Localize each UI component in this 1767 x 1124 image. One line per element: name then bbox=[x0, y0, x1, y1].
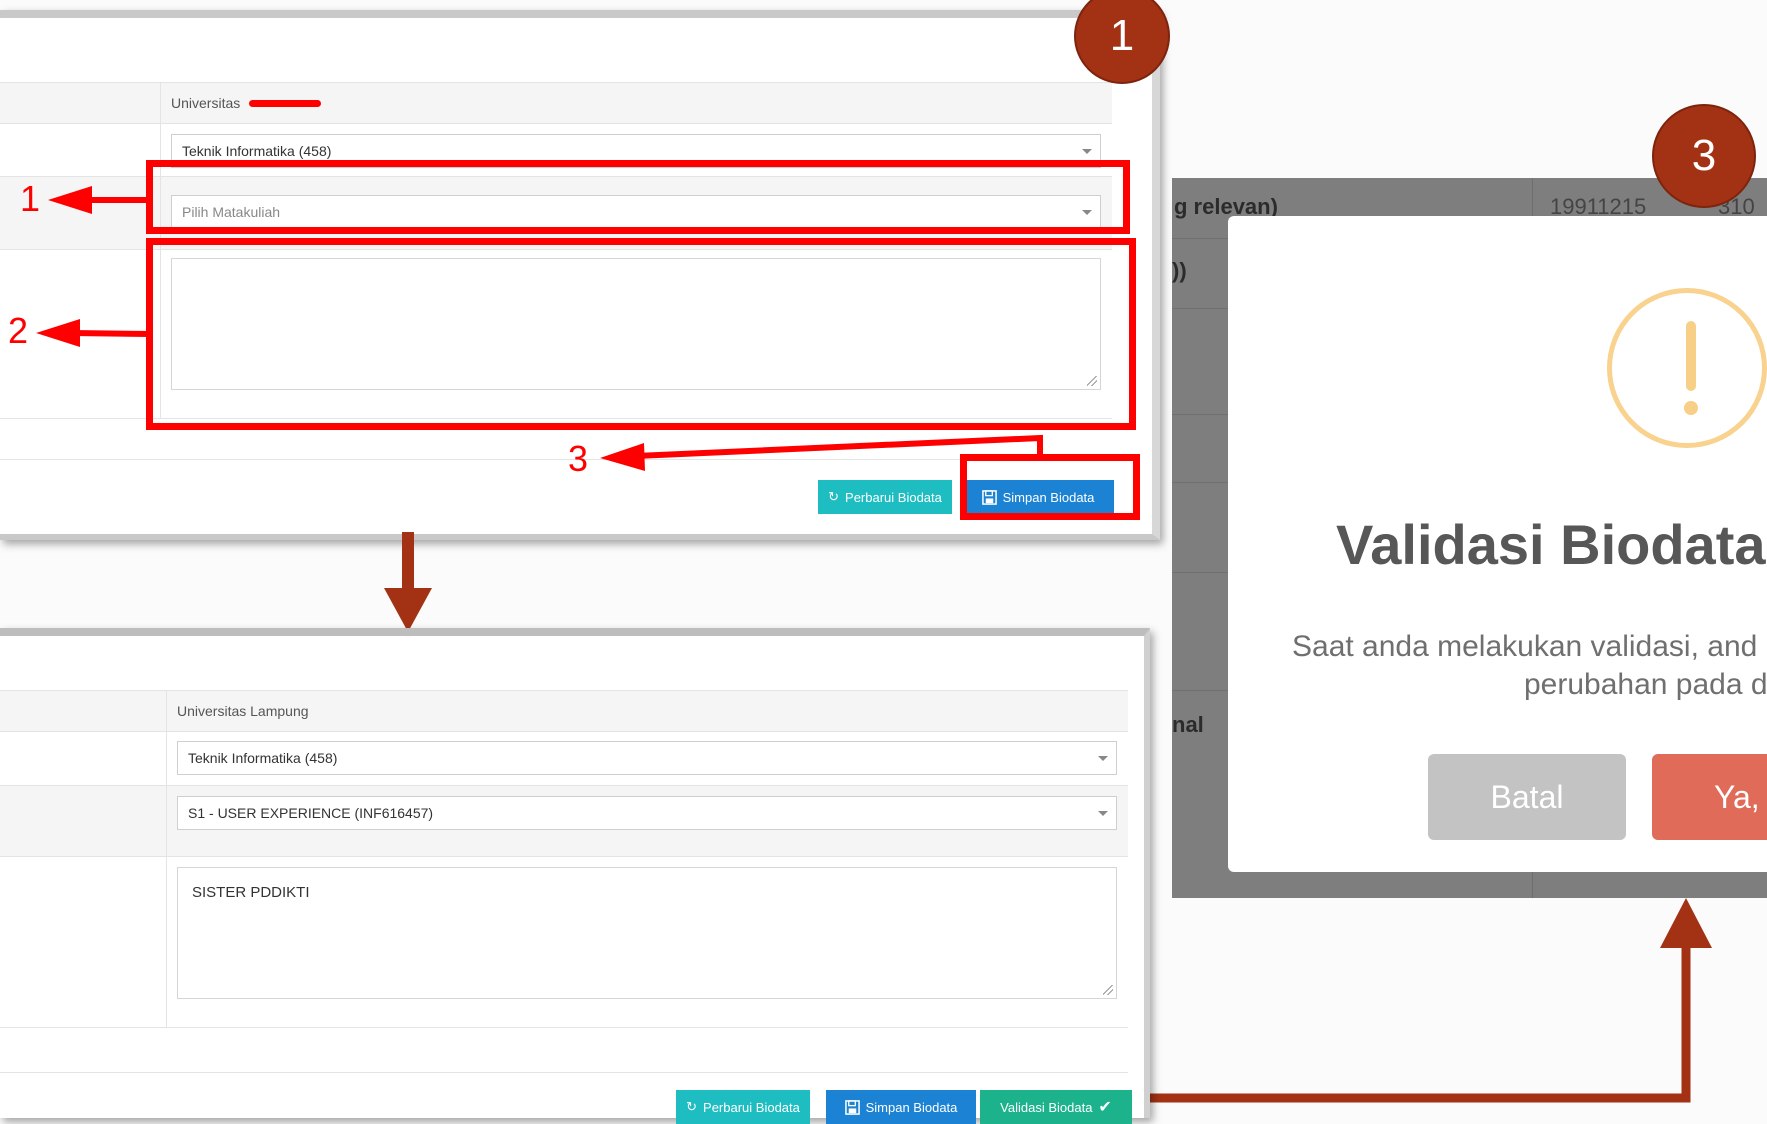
form-panel-after: Universitas Lampung Teknik Informatika (… bbox=[0, 628, 1150, 1124]
validasi-biodata-button[interactable]: Validasi Biodata ✔ bbox=[980, 1090, 1132, 1124]
batal-button[interactable]: Batal bbox=[1428, 754, 1626, 840]
validasi-biodata-label: Validasi Biodata bbox=[1000, 1099, 1093, 1115]
bg-row-label: )) bbox=[1172, 258, 1187, 283]
prodi-row: Teknik Informatika (458) bbox=[0, 731, 1128, 786]
perbarui-biodata-label: Perbarui Biodata bbox=[703, 1099, 800, 1115]
validasi-modal: 310 Validasi Biodata Saat anda melakukan… bbox=[1228, 194, 1767, 872]
keterangan-textarea-value: SISTER PDDIKTI bbox=[192, 884, 310, 901]
matakuliah-select-value: S1 - USER EXPERIENCE (INF616457) bbox=[188, 805, 434, 821]
step-circle-3: 3 bbox=[1652, 104, 1756, 208]
modal-title: Validasi Biodata bbox=[1336, 513, 1766, 576]
bg-row-label: nal bbox=[1172, 712, 1204, 737]
simpan-biodata-label: Simpan Biodata bbox=[865, 1099, 958, 1115]
empty-row bbox=[0, 1028, 1128, 1073]
keterangan-textarea[interactable]: SISTER PDDIKTI bbox=[177, 867, 1117, 999]
keterangan-row: SISTER PDDIKTI bbox=[0, 857, 1128, 1028]
prodi-select-value: Teknik Informatika (458) bbox=[188, 750, 338, 766]
confirm-button[interactable]: Ya, bbox=[1652, 754, 1767, 840]
simpan-biodata-button[interactable]: Simpan Biodata bbox=[826, 1090, 976, 1124]
perbarui-biodata-button[interactable]: ↻ Perbarui Biodata bbox=[676, 1090, 810, 1124]
warning-icon bbox=[1607, 288, 1767, 448]
save-icon bbox=[844, 1099, 860, 1115]
modal-text-line2: perubahan pada d bbox=[1524, 668, 1767, 701]
prodi-select[interactable]: Teknik Informatika (458) bbox=[177, 741, 1117, 775]
check-icon: ✔ bbox=[1098, 1099, 1112, 1116]
university-row: Universitas Lampung bbox=[0, 690, 1128, 732]
resize-handle-icon[interactable] bbox=[1103, 985, 1113, 995]
refresh-icon: ↻ bbox=[686, 1099, 698, 1114]
chevron-down-icon bbox=[1098, 811, 1108, 816]
matakuliah-row: S1 - USER EXPERIENCE (INF616457) bbox=[0, 786, 1128, 857]
modal-text-line1: Saat anda melakukan validasi, and bbox=[1292, 630, 1758, 663]
chevron-down-icon bbox=[1098, 756, 1108, 761]
confirm-button-label: Ya, bbox=[1714, 778, 1760, 815]
matakuliah-select[interactable]: S1 - USER EXPERIENCE (INF616457) bbox=[177, 796, 1117, 830]
university-label: Universitas Lampung bbox=[177, 703, 309, 719]
